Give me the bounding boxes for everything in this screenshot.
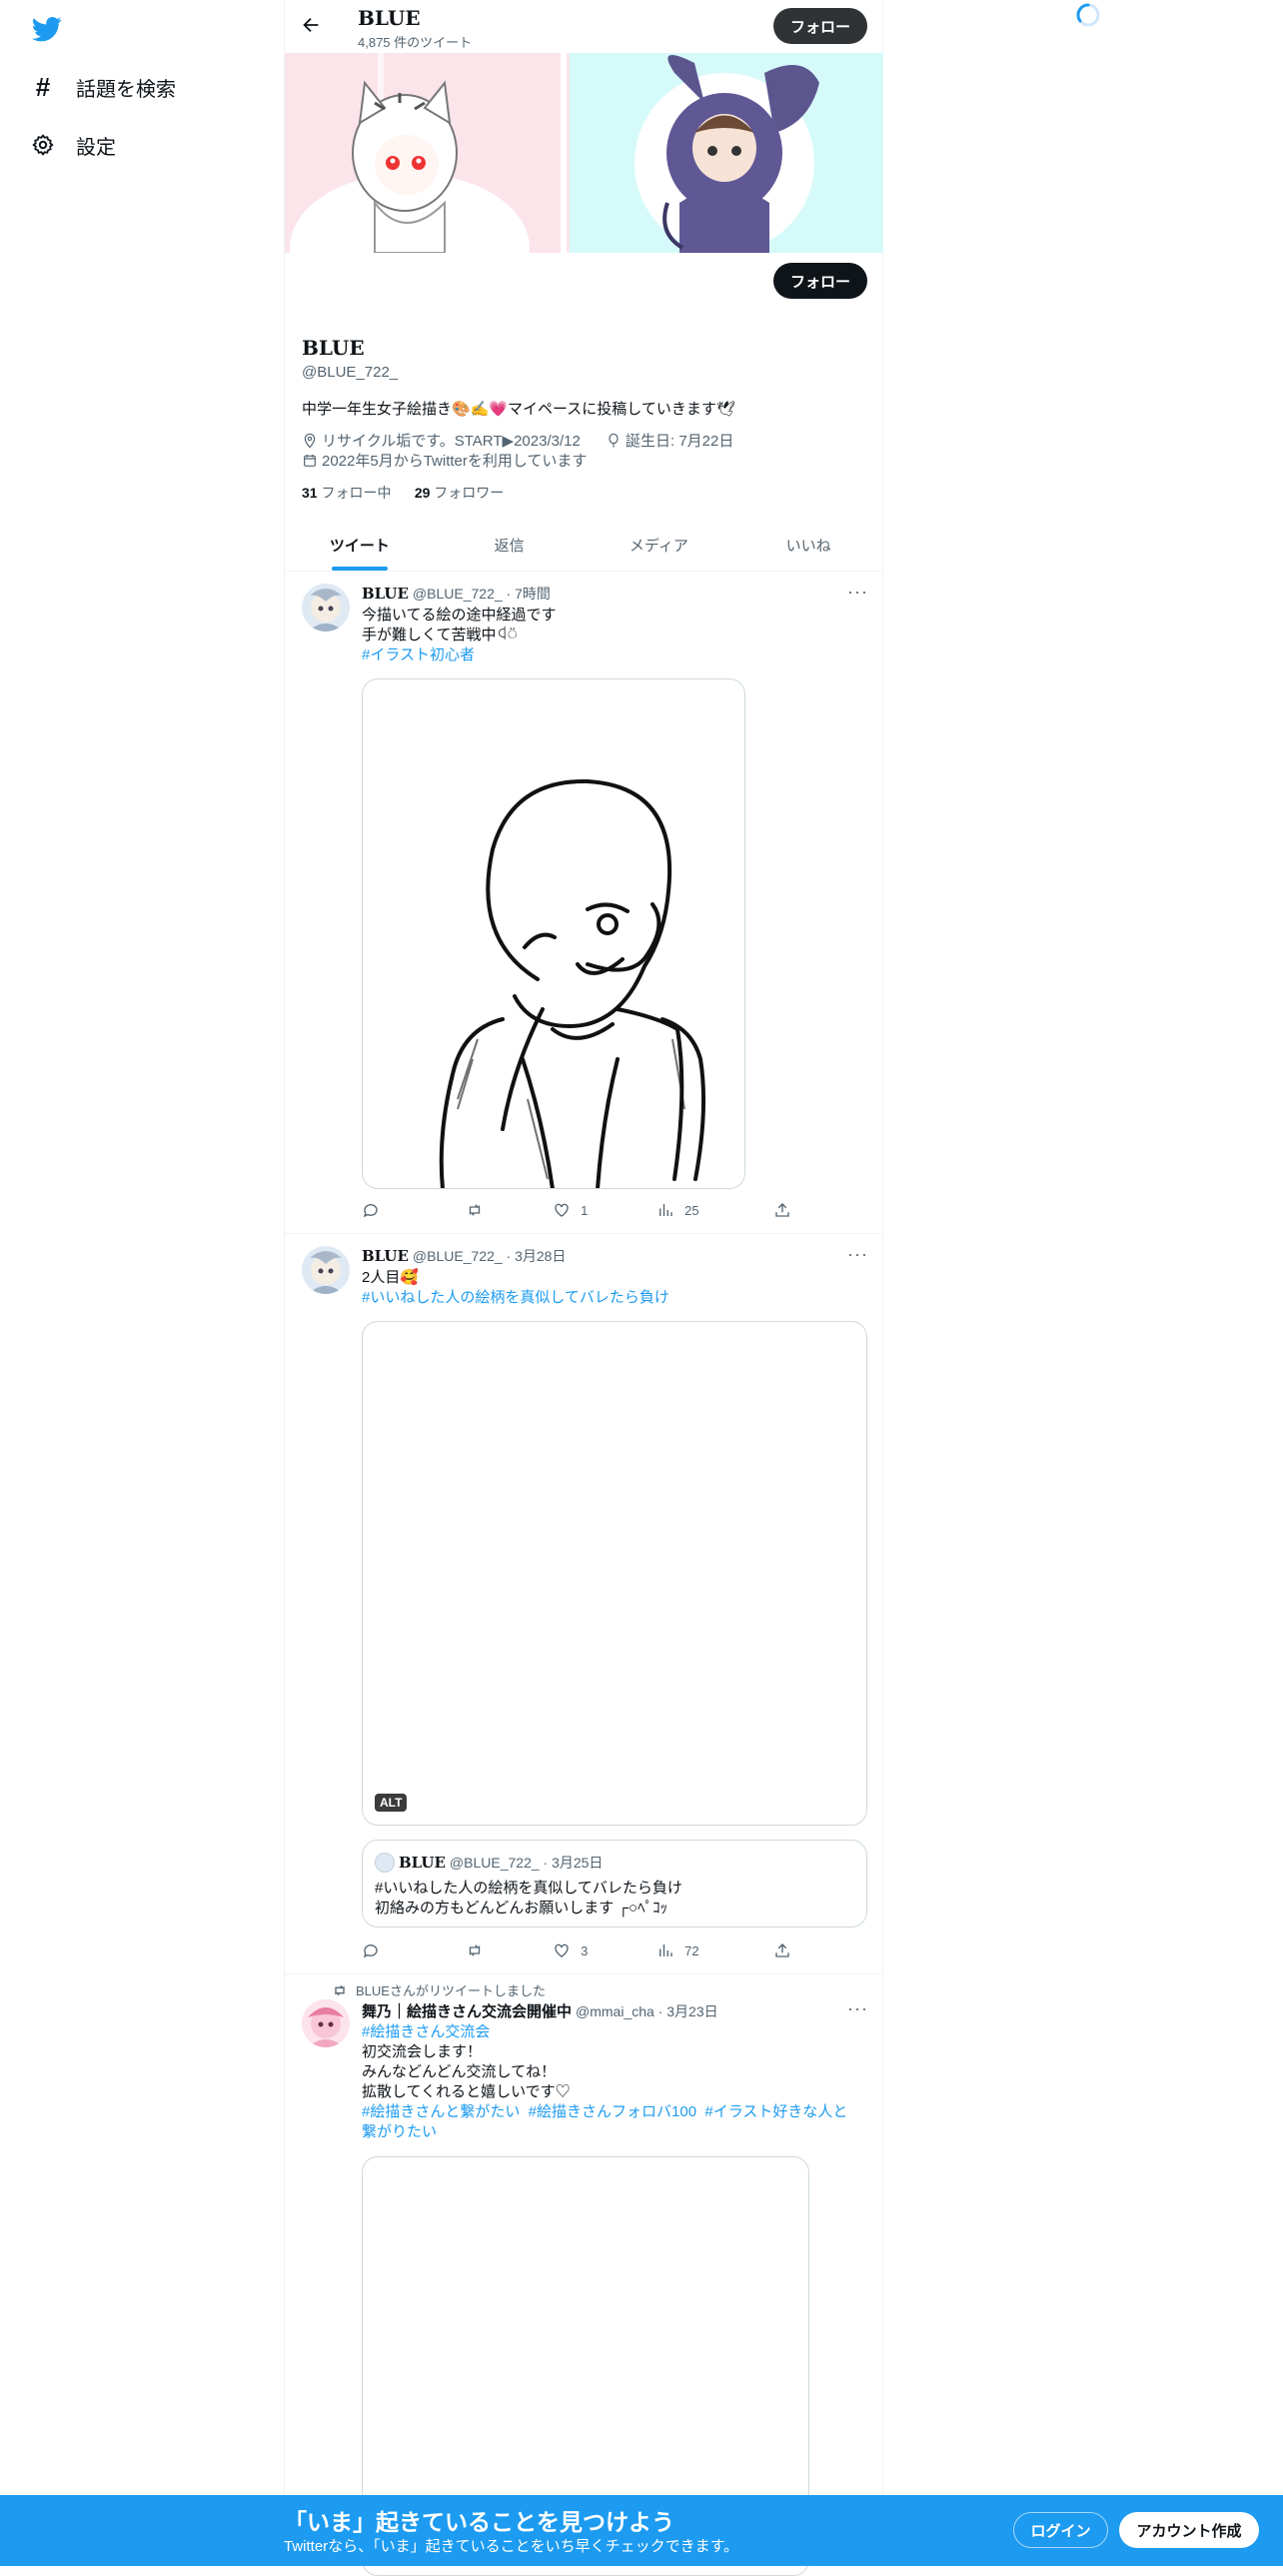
tab-replies[interactable]: 返信 — [435, 520, 585, 571]
views-button[interactable]: 25 — [656, 1201, 773, 1219]
header-title: BLUE — [358, 6, 421, 30]
tweet-handle-time[interactable]: @BLUE_722_ · 3月28日 — [413, 1246, 567, 1266]
views-button[interactable]: 72 — [656, 1941, 773, 1959]
signup-banner-title: 「いま」起きていることを見つけよう — [284, 2509, 674, 2535]
tweet-actions: 1 25 — [362, 1201, 801, 1219]
share-icon — [775, 1203, 789, 1217]
like-button[interactable]: 1 — [553, 1201, 656, 1219]
quote-author-name: BLUE — [399, 1854, 446, 1872]
quote-tweet[interactable]: BLUE @BLUE_722_ · 3月25日 #いいねした人の絵柄を真似してバ… — [362, 1840, 867, 1928]
retweet-icon — [335, 1984, 345, 1995]
share-button[interactable] — [773, 1201, 801, 1219]
follow-stats: 31 フォロー中 29 フォロワー — [302, 483, 504, 503]
tweet-text: #絵描きさん交流会 初交流会します！ みんなどんどん交流してね！ 拡散してくれる… — [362, 2022, 848, 2142]
back-arrow-icon[interactable] — [300, 14, 326, 40]
alt-badge[interactable]: ALT — [375, 1794, 408, 1812]
retweet-note-text[interactable]: BLUEさんがリツイートしました — [356, 1980, 546, 1999]
avatar[interactable] — [302, 1246, 350, 1294]
tab-likes[interactable]: いいね — [733, 520, 883, 571]
balloon-icon — [609, 433, 619, 448]
avatar[interactable] — [302, 1999, 350, 2047]
profile-birthday: 誕生日: 7月22日 — [606, 430, 733, 451]
reply-icon — [363, 1944, 378, 1958]
tweet-header: BLUE @BLUE_722_ · 7時間 — [362, 584, 551, 604]
loading-spinner-icon — [1075, 2, 1101, 33]
like-button[interactable]: 3 — [553, 1941, 656, 1959]
profile-birthday-text: 誕生日: 7月22日 — [626, 433, 734, 450]
signup-banner-subtitle: Twitterなら、「いま」起きていることをいち早くチェックできます。 — [284, 2538, 739, 2555]
profile-follow-button[interactable]: フォロー — [773, 263, 867, 299]
quote-handle-time: @BLUE_722_ · 3月25日 — [449, 1855, 604, 1871]
followers-link[interactable]: 29 フォロワー — [415, 485, 504, 501]
retweet-icon — [469, 1944, 481, 1956]
hashtag-links-continued[interactable]: 繋がりたい — [362, 2122, 847, 2142]
retweet-note: BLUEさんがリツイートしました — [332, 1980, 546, 1999]
tweet-actions: 3 72 — [362, 1941, 801, 1959]
nav-explore[interactable]: # 話題を検索 — [30, 67, 176, 107]
quote-header: BLUE @BLUE_722_ · 3月25日 — [375, 1853, 603, 1873]
gear-icon — [30, 132, 56, 158]
share-icon — [775, 1943, 789, 1957]
hashtag-link[interactable]: #いいねした人の絵柄を真似してバレたら負け — [362, 1288, 669, 1308]
profile-joined: 2022年5月からTwitterを利用しています — [302, 450, 587, 471]
nav-explore-label: 話題を検索 — [76, 78, 176, 101]
more-icon[interactable]: ··· — [847, 1998, 868, 2019]
tweet-text: 2人目🥰 #いいねした人の絵柄を真似してバレたら負け — [362, 1269, 669, 1308]
twitter-logo-icon[interactable] — [30, 14, 64, 44]
tweet-author-name[interactable]: BLUE — [362, 585, 409, 603]
login-button[interactable]: ログイン — [1013, 2512, 1108, 2548]
share-button[interactable] — [773, 1941, 801, 1959]
reply-button[interactable] — [362, 1201, 466, 1219]
retweet-button[interactable] — [466, 1201, 553, 1219]
tweet-divider — [285, 1973, 883, 1974]
location-pin-icon — [304, 433, 316, 449]
tweet-header: BLUE @BLUE_722_ · 3月28日 — [362, 1246, 566, 1266]
header-tweet-count: 4,875 件のツイート — [358, 35, 473, 50]
profile-tabs: ツイート 返信 メディア いいね — [285, 520, 883, 572]
heart-icon — [555, 1943, 569, 1957]
profile-location-text: リサイクル垢です。START▶2023/3/12 — [322, 433, 581, 450]
more-icon[interactable]: ··· — [847, 1244, 868, 1265]
hashtag-icon: # — [35, 71, 51, 102]
calendar-icon — [304, 454, 316, 467]
quote-avatar — [375, 1853, 395, 1873]
signup-button[interactable]: アカウント作成 — [1119, 2512, 1259, 2548]
tweet-handle-time[interactable]: @mmai_cha · 3月23日 — [576, 2001, 718, 2021]
tweet-text: 今描いてる絵の途中経過です 手が難しくて苦戦中ꒉ⍥ #イラスト初心者 — [362, 607, 557, 665]
profile-name: BLUE — [302, 336, 365, 360]
profile-banner[interactable] — [285, 53, 883, 253]
heart-icon — [555, 1203, 569, 1217]
following-link[interactable]: 31 フォロー中 — [302, 485, 391, 501]
profile-joined-text: 2022年5月からTwitterを利用しています — [322, 453, 588, 470]
quote-text: #いいねした人の絵柄を真似してバレたら負け 初絡みの方もどんどんお願いします ┌… — [375, 1880, 682, 1917]
hashtag-link[interactable]: #絵描きさん交流会 — [362, 2022, 847, 2042]
nav-settings[interactable]: 設定 — [30, 125, 116, 165]
profile-location: リサイクル垢です。START▶2023/3/12 — [302, 430, 581, 451]
reply-button[interactable] — [362, 1941, 466, 1959]
retweet-icon — [469, 1204, 481, 1216]
tweet-divider — [285, 1233, 883, 1234]
more-icon[interactable]: ··· — [847, 582, 868, 603]
avatar[interactable] — [302, 584, 350, 632]
tweet-image[interactable]: ALT — [362, 1321, 867, 1826]
profile-bio: 中学一年生女子絵描き🎨✍️💗マイペースに投稿していきます🕊 — [302, 401, 735, 418]
tweet-author-name[interactable]: 舞乃｜絵描きさん交流会開催中 — [362, 2000, 572, 2021]
nav-settings-label: 設定 — [76, 136, 116, 159]
tab-media[interactable]: メディア — [585, 520, 734, 571]
tweet-author-name[interactable]: BLUE — [362, 1247, 409, 1265]
profile-handle: @BLUE_722_ — [302, 364, 399, 381]
hashtag-links[interactable]: #絵描きさんと繋がたい #絵描きさんフォロバ100 #イラスト好きな人と — [362, 2102, 847, 2122]
hashtag-link[interactable]: #イラスト初心者 — [362, 645, 557, 665]
views-chart-icon — [659, 1944, 672, 1956]
tweet-handle-time[interactable]: @BLUE_722_ · 7時間 — [413, 584, 551, 604]
tab-tweets[interactable]: ツイート — [285, 520, 435, 571]
reply-icon — [363, 1204, 378, 1218]
tweet-header: 舞乃｜絵描きさん交流会開催中 @mmai_cha · 3月23日 — [362, 2000, 718, 2021]
retweet-button[interactable] — [466, 1941, 553, 1959]
header-follow-button[interactable]: フォロー — [773, 8, 867, 44]
tweet-image[interactable] — [362, 678, 745, 1189]
views-chart-icon — [659, 1204, 672, 1216]
